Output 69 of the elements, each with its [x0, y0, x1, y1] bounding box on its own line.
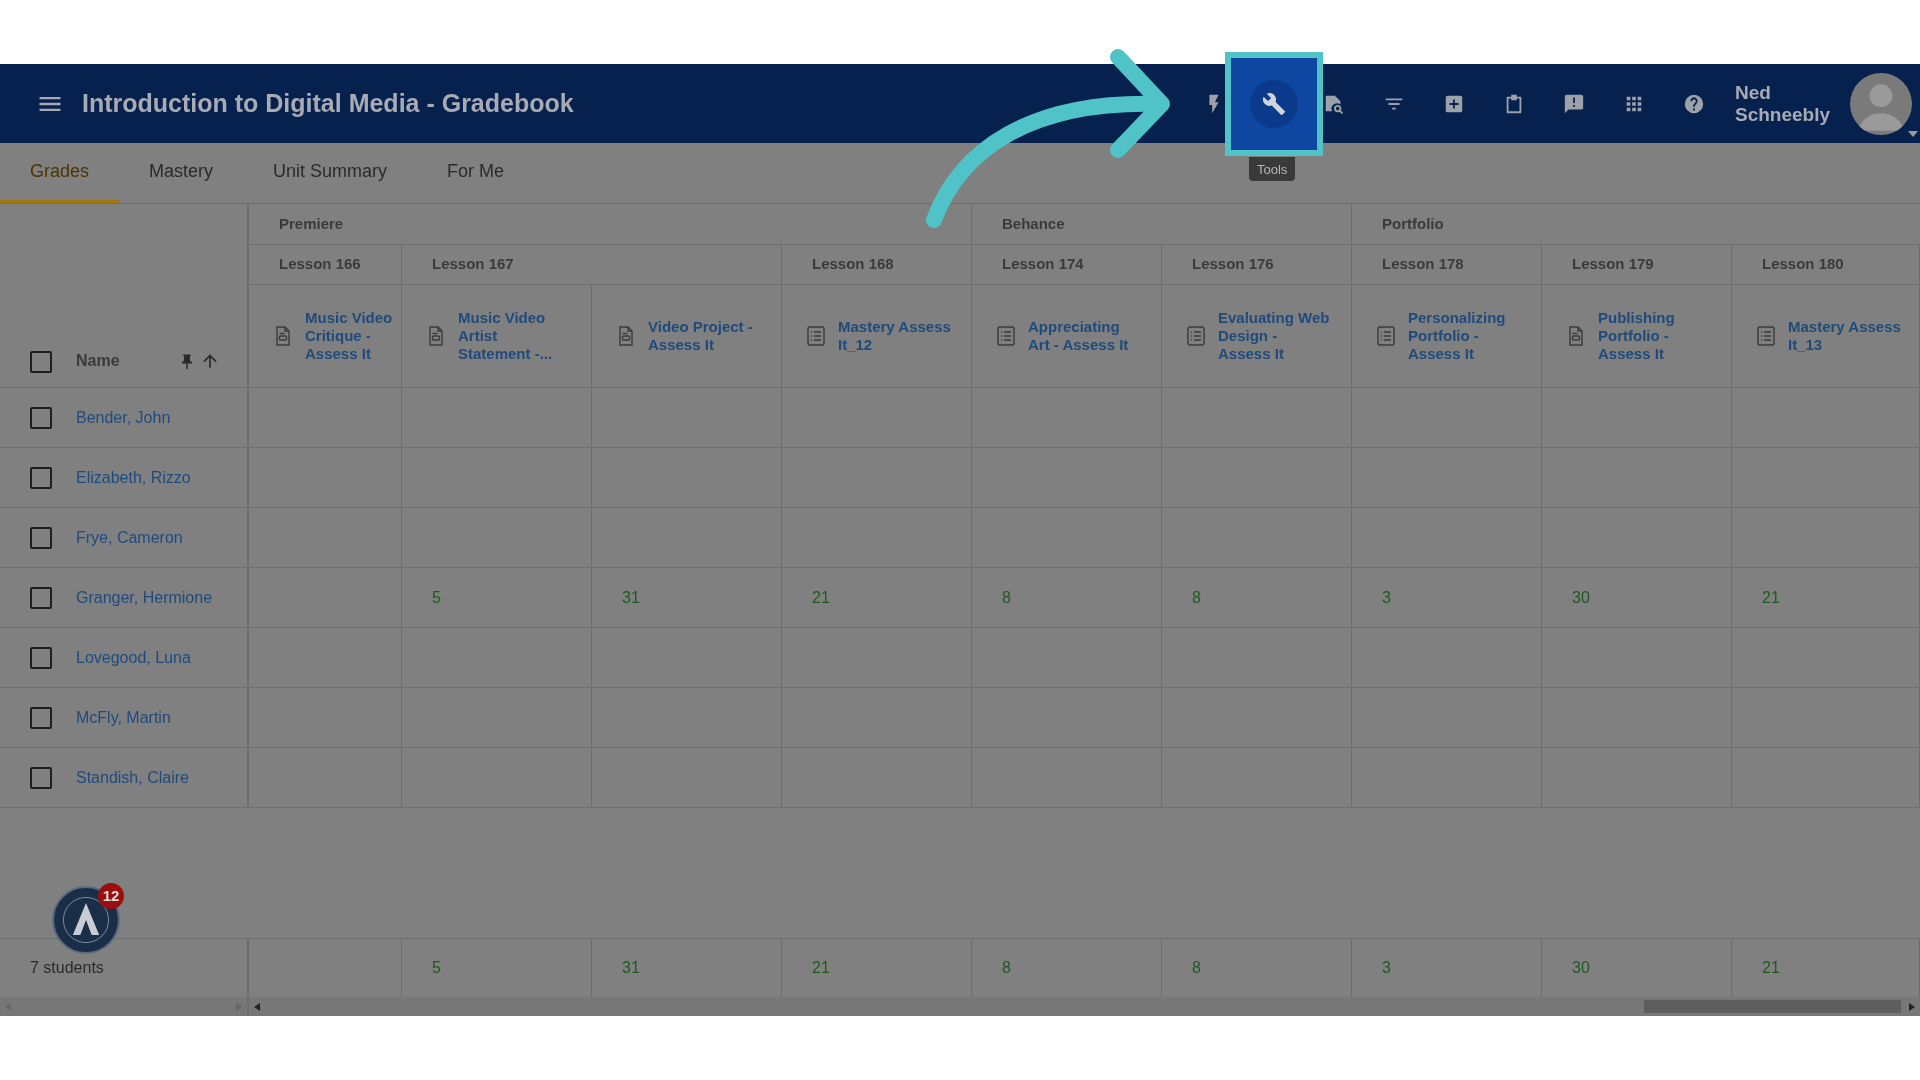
score[interactable]: 31: [622, 585, 640, 610]
student-name-link[interactable]: Frye, Cameron: [76, 525, 183, 550]
checklist-icon: [1754, 323, 1778, 349]
score[interactable]: 8: [1192, 585, 1201, 610]
checkbox[interactable]: [30, 586, 52, 609]
assignment-link[interactable]: Evaluating Web Design - Assess It: [1218, 309, 1333, 363]
score[interactable]: 21: [1762, 585, 1780, 610]
user-first-name: Ned: [1734, 81, 1772, 104]
column-total: 21: [1762, 958, 1780, 978]
score[interactable]: 5: [432, 585, 441, 610]
tab[interactable]: Unit Summary: [243, 143, 418, 203]
checkbox[interactable]: [30, 351, 52, 373]
lesson-header: Lesson 178: [1382, 254, 1464, 275]
lesson-header: Lesson 179: [1572, 254, 1654, 275]
tab[interactable]: Mastery: [119, 143, 244, 203]
student-name-link[interactable]: Granger, Hermione: [76, 585, 213, 610]
assignment-link[interactable]: Music Video Artist Statement -...: [458, 309, 573, 363]
assignment-link[interactable]: Music Video Critique - Assess It: [305, 309, 393, 363]
student-name-link[interactable]: Bender, John: [76, 405, 171, 430]
group-header: Premiere: [279, 213, 344, 234]
column-total: 8: [1002, 958, 1011, 978]
checkbox[interactable]: [30, 646, 52, 669]
checklist-icon: [1184, 323, 1208, 349]
column-total: 30: [1572, 958, 1590, 978]
student-name-link[interactable]: McFly, Martin: [76, 705, 171, 730]
checkbox[interactable]: [30, 466, 52, 489]
assignment-link[interactable]: Video Project - Assess It: [648, 318, 763, 354]
lesson-header: Lesson 176: [1192, 254, 1274, 275]
group-header: Behance: [1002, 213, 1065, 234]
assignment-link[interactable]: Personalizing Portfolio - Assess It: [1408, 309, 1523, 363]
assignment-link[interactable]: Mastery Assess It_13: [1788, 318, 1903, 354]
checkbox[interactable]: [30, 766, 52, 789]
column-total: 5: [432, 958, 441, 978]
column-total: 31: [622, 958, 640, 978]
score[interactable]: 3: [1382, 585, 1391, 610]
lesson-header: Lesson 168: [812, 254, 894, 275]
assignment-link[interactable]: Publishing Portfolio - Assess It: [1598, 309, 1713, 363]
checklist-icon: [1374, 323, 1398, 349]
score[interactable]: 8: [1002, 585, 1011, 610]
tab[interactable]: For Me: [417, 143, 535, 203]
student-name-link[interactable]: Elizabeth, Rizzo: [76, 465, 191, 490]
scroll-left-icon[interactable]: [254, 1002, 260, 1011]
scroll-right-icon[interactable]: [1909, 1002, 1915, 1011]
page-title: Introduction to Digital Media - Gradebook: [82, 87, 574, 119]
assignment-link[interactable]: Appreciating Art - Assess It: [1028, 318, 1143, 354]
user-last-name: Schneebly: [1734, 103, 1830, 126]
checkbox[interactable]: [30, 406, 52, 429]
score[interactable]: 30: [1572, 585, 1590, 610]
student-name-link[interactable]: Standish, Claire: [76, 765, 189, 790]
lesson-header: Lesson 174: [1002, 254, 1084, 275]
column-total: 21: [812, 958, 830, 978]
group-header: Portfolio: [1382, 213, 1444, 234]
lesson-header: Lesson 166: [279, 254, 361, 275]
checkbox[interactable]: [30, 706, 52, 729]
column-header[interactable]: Name: [76, 349, 120, 373]
checkbox[interactable]: [30, 526, 52, 549]
assignment-link[interactable]: Mastery Assess It_12: [838, 318, 953, 354]
column-total: 8: [1192, 958, 1201, 978]
student-count: 7 students: [30, 958, 104, 978]
checklist-icon: [994, 323, 1018, 349]
scrollbar-thumb[interactable]: [1644, 1000, 1901, 1013]
caret-icon[interactable]: [1908, 131, 1918, 137]
lesson-header: Lesson 180: [1762, 254, 1844, 275]
tab[interactable]: Grades: [0, 143, 120, 203]
column-total: 3: [1382, 958, 1391, 978]
score[interactable]: 21: [812, 585, 830, 610]
lesson-header: Lesson 167: [432, 254, 514, 275]
student-name-link[interactable]: Lovegood, Luna: [76, 645, 191, 670]
checklist-icon: [804, 323, 828, 349]
